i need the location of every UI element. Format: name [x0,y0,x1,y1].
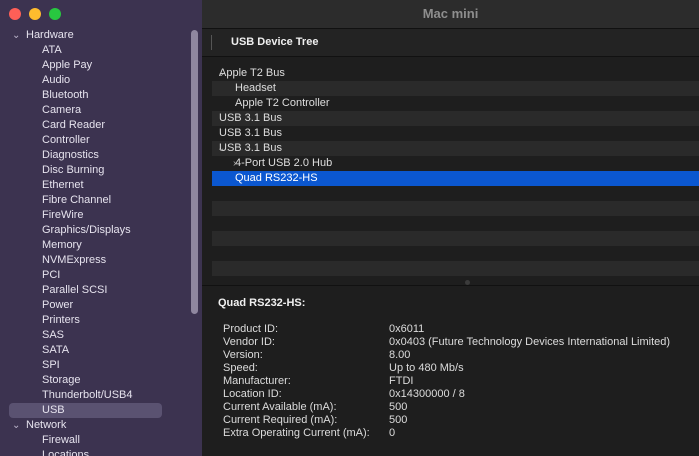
detail-row-product-id: Product ID: 0x6011 [218,323,699,336]
detail-key: Speed: [223,362,258,374]
sidebar-item-audio[interactable]: Audio [0,73,188,88]
sidebar-item-ata[interactable]: ATA [0,43,188,58]
detail-row-speed: Speed: Up to 480 Mb/s [218,362,699,375]
chevron-down-icon[interactable]: ⌄ [217,66,225,81]
detail-value: 0x6011 [389,323,425,335]
sidebar-item-pci[interactable]: PCI [0,268,188,283]
close-window-button[interactable] [9,8,21,20]
chevron-down-icon[interactable]: ⌄ [12,28,20,43]
detail-value: 0x0403 (Future Technology Devices Intern… [389,336,671,348]
window-title: Mac mini [202,0,699,29]
sidebar-item-printers[interactable]: Printers [0,313,188,328]
detail-row-extra-operating-current-ma: Extra Operating Current (mA): 0 [218,427,699,440]
content-header: USB Device Tree [202,29,699,57]
sidebar-item-card-reader[interactable]: Card Reader [0,118,188,133]
sidebar-item-disc-burning[interactable]: Disc Burning [0,163,188,178]
sidebar: ⌄ Hardware ATA Apple Pay Audio Bluetooth Camer… [0,0,202,456]
detail-key: Manufacturer: [223,375,291,387]
detail-key: Location ID: [223,388,282,400]
detail-key: Vendor ID: [223,336,275,348]
device-tree-row-quad-rs232-hs[interactable]: Quad RS232-HS [212,171,699,186]
device-tree-row-apple-t2-controller[interactable]: Apple T2 Controller [212,96,699,111]
sidebar-item-firewall[interactable]: Firewall [0,433,188,448]
detail-key: Version: [223,349,263,361]
sidebar-section-hardware[interactable]: ⌄ Hardware [0,28,188,43]
device-tree-empty-row [212,186,699,201]
detail-key: Current Available (mA): [223,401,337,413]
detail-row-current-required-ma: Current Required (mA): 500 [218,414,699,427]
device-tree-label: 4-Port USB 2.0 Hub [235,157,333,169]
sidebar-item-fibre-channel[interactable]: Fibre Channel [0,193,188,208]
sidebar-item-diagnostics[interactable]: Diagnostics [0,148,188,163]
detail-key: Current Required (mA): [223,414,338,426]
detail-value: FTDI [389,375,414,387]
zoom-window-button[interactable] [49,8,61,20]
sidebar-item-apple-pay[interactable]: Apple Pay [0,58,188,73]
device-tree-empty-row [212,201,699,216]
detail-value: 8.00 [389,349,411,361]
detail-value: 500 [389,414,408,426]
detail-row-version: Version: 8.00 [218,349,699,362]
sidebar-item-spi[interactable]: SPI [0,358,188,373]
device-tree-empty-row [212,216,699,231]
device-tree-empty-row [212,246,699,261]
detail-value: 500 [389,401,408,413]
device-tree-row-apple-t2-bus[interactable]: ⌄ Apple T2 Bus [212,66,699,81]
detail-row-manufacturer: Manufacturer: FTDI [218,375,699,388]
sidebar-item-memory[interactable]: Memory [0,238,188,253]
detail-value: 0x14300000 / 8 [389,388,465,400]
device-tree-row-headset[interactable]: Headset [212,81,699,96]
sidebar-scrollbar[interactable] [191,30,198,314]
sidebar-item-firewire[interactable]: FireWire [0,208,188,223]
device-tree-row-4-port-usb-2-0-hub[interactable]: › 4-Port USB 2.0 Hub [212,156,699,171]
chevron-down-icon[interactable]: ⌄ [12,418,20,433]
device-tree-label: Headset [235,82,276,94]
detail-value: Up to 480 Mb/s [389,362,464,374]
device-tree: ⌄ Apple T2 Bus Headset Apple T2 Controller U… [212,66,699,276]
sidebar-item-parallel-scsi[interactable]: Parallel SCSI [0,283,188,298]
device-tree-empty-row [212,261,699,276]
window-controls [9,8,61,20]
detail-row-location-id: Location ID: 0x14300000 / 8 [218,388,699,401]
sidebar-item-nvmexpress[interactable]: NVMExpress [0,253,188,268]
split-divider[interactable] [202,285,699,286]
sidebar-tree: ⌄ Hardware ATA Apple Pay Audio Bluetooth Camer… [0,28,188,456]
device-tree-label: USB 3.1 Bus [219,112,282,124]
device-tree-label: Quad RS232-HS [235,172,318,184]
device-tree-label: Apple T2 Controller [235,97,330,109]
detail-value: 0 [389,427,396,439]
sidebar-section-network[interactable]: ⌄ Network [0,418,188,433]
details-title: Quad RS232-HS: [218,297,306,309]
device-tree-empty-row [212,231,699,246]
sidebar-section-label: Hardware [26,29,74,41]
device-tree-label: USB 3.1 Bus [219,127,282,139]
sidebar-item-graphics-displays[interactable]: Graphics/Displays [0,223,188,238]
sidebar-item-controller[interactable]: Controller [0,133,188,148]
sidebar-item-storage[interactable]: Storage [0,373,188,388]
sidebar-item-thunderbolt-usb4[interactable]: Thunderbolt/USB4 [0,388,188,403]
sidebar-section-label: Network [26,419,67,431]
sidebar-item-usb[interactable]: USB [9,403,162,418]
details-pane: Quad RS232-HS: Product ID: 0x6011 Vendor I… [218,297,699,440]
detail-row-current-available-ma: Current Available (mA): 500 [218,401,699,414]
sidebar-item-sas[interactable]: SAS [0,328,188,343]
header-divider [211,35,212,50]
main-pane: Mac mini USB Device Tree ⌄ Apple T2 Bus He… [202,0,699,456]
device-tree-row-usb-3-1-bus[interactable]: USB 3.1 Bus [212,111,699,126]
sidebar-item-sata[interactable]: SATA [0,343,188,358]
minimize-window-button[interactable] [29,8,41,20]
detail-key: Extra Operating Current (mA): [223,427,370,439]
chevron-down-icon[interactable]: ⌄ [217,141,225,156]
sidebar-item-ethernet[interactable]: Ethernet [0,178,188,193]
sidebar-item-camera[interactable]: Camera [0,103,188,118]
sidebar-item-bluetooth[interactable]: Bluetooth [0,88,188,103]
device-tree-row-usb-3-1-bus[interactable]: ⌄ USB 3.1 Bus [212,141,699,156]
detail-key: Product ID: [223,323,279,335]
device-tree-row-usb-3-1-bus[interactable]: USB 3.1 Bus [212,126,699,141]
sidebar-item-locations[interactable]: Locations [0,448,188,456]
chevron-right-icon[interactable]: › [233,156,236,171]
sidebar-item-power[interactable]: Power [0,298,188,313]
detail-row-vendor-id: Vendor ID: 0x0403 (Future Technology Devi… [218,336,699,349]
header-label: USB Device Tree [231,36,319,48]
